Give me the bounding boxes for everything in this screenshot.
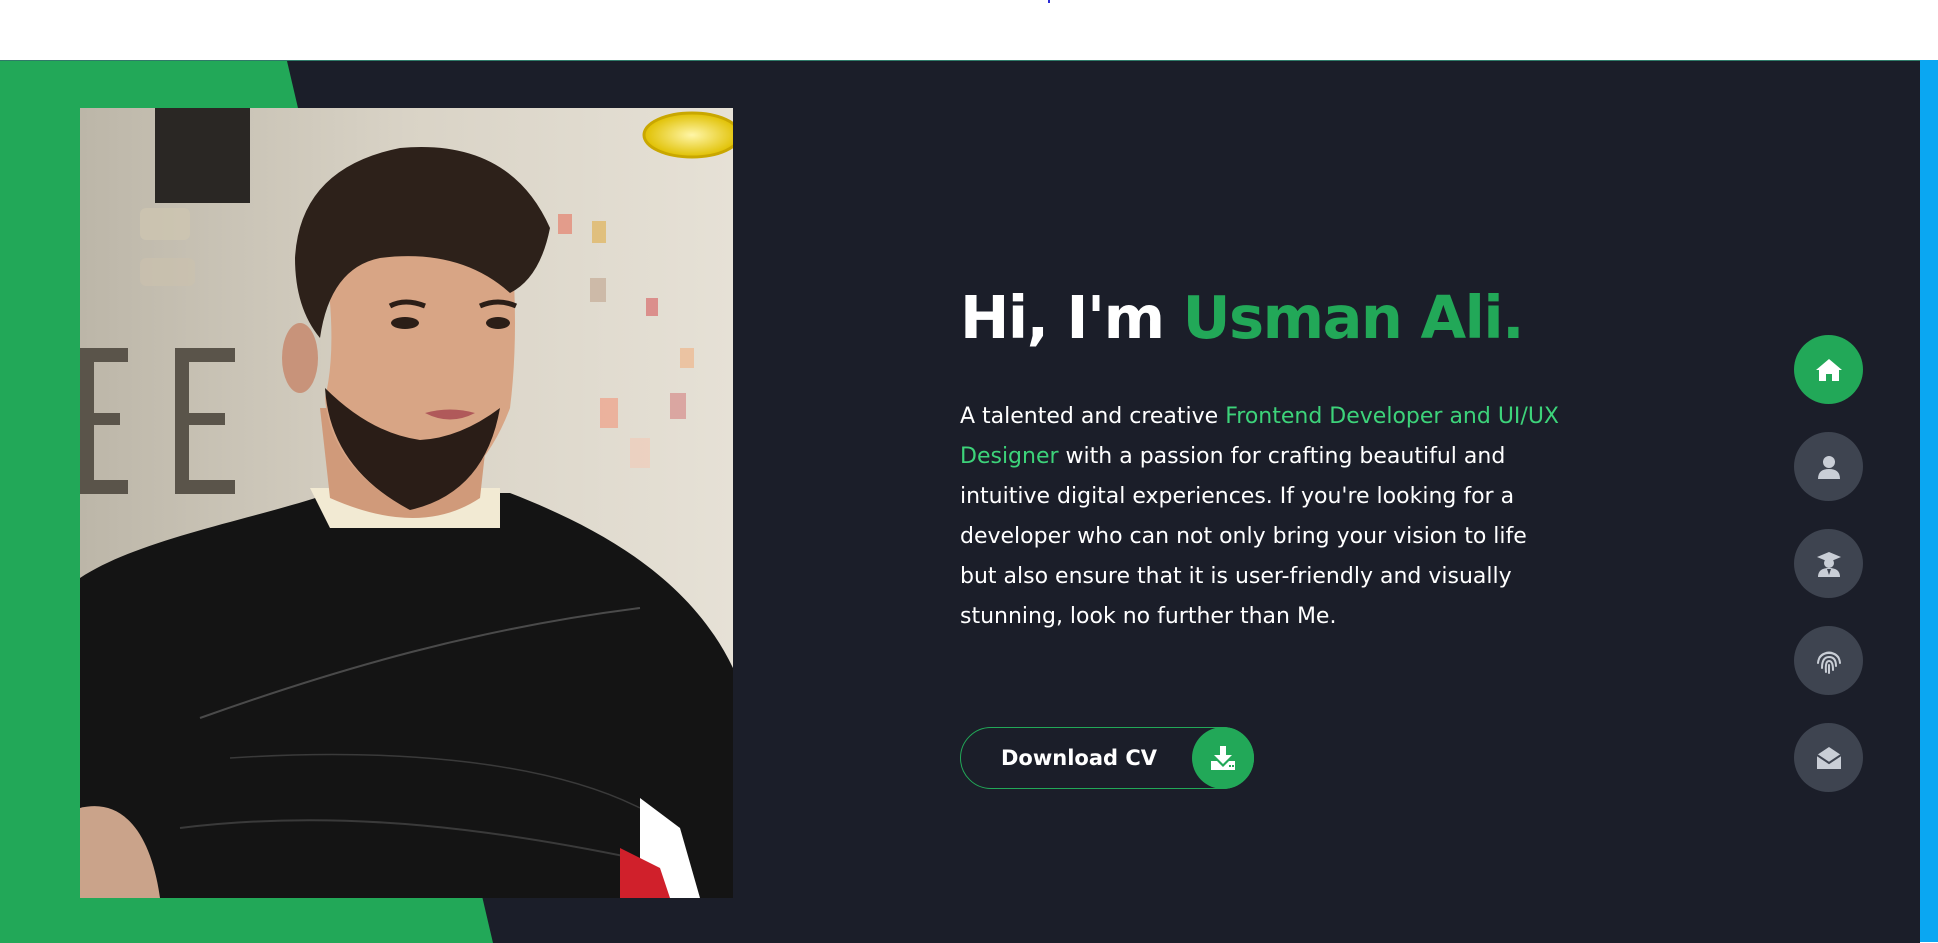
hero-headline: Hi, I'm Usman Ali.: [960, 283, 1525, 352]
hero-intro: A talented and creative Frontend Develop…: [960, 397, 1570, 637]
top-marker: [1048, 0, 1050, 3]
nav-home[interactable]: [1794, 335, 1863, 404]
profile-photo: [80, 108, 733, 898]
download-cv-label: Download CV: [1001, 746, 1158, 770]
hero-name: Usman Ali.: [1182, 283, 1525, 352]
download-icon: [1192, 727, 1254, 789]
fingerprint-icon: [1816, 648, 1842, 674]
download-cv-button[interactable]: Download CV: [960, 727, 1254, 789]
intro-text-after: with a passion for crafting beautiful an…: [960, 444, 1527, 629]
nav-contact[interactable]: [1794, 723, 1863, 792]
home-icon: [1815, 358, 1843, 382]
user-icon: [1817, 455, 1840, 479]
scrollbar[interactable]: [1920, 60, 1938, 942]
nav-about[interactable]: [1794, 432, 1863, 501]
top-bar: [0, 0, 1938, 60]
envelope-open-icon: [1815, 746, 1842, 770]
nav-education[interactable]: [1794, 529, 1863, 598]
hero-section: Hi, I'm Usman Ali. A talented and creati…: [0, 60, 1920, 943]
side-nav: [1794, 335, 1863, 820]
intro-text-before: A talented and creative: [960, 404, 1219, 429]
graduate-icon: [1816, 551, 1842, 577]
greeting-text: Hi, I'm: [960, 283, 1165, 352]
nav-skills[interactable]: [1794, 626, 1863, 695]
